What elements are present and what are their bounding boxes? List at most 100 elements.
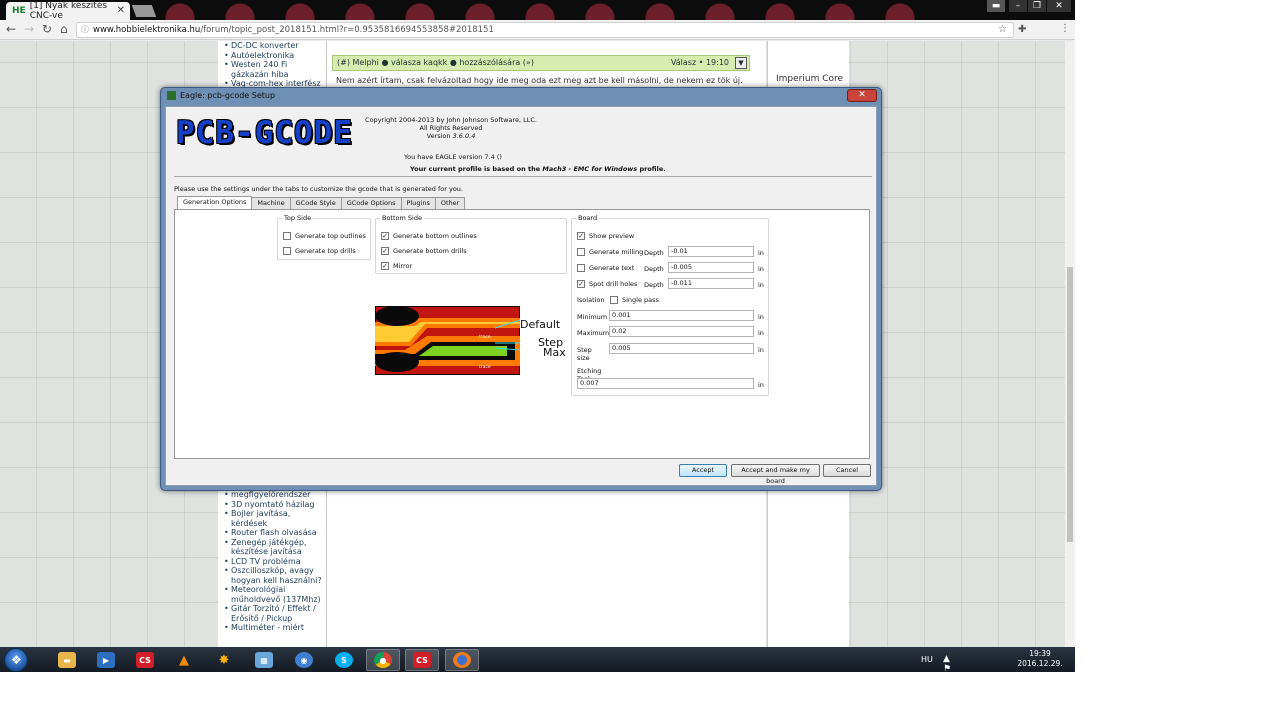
tab-gcode-options[interactable]: GCode Options xyxy=(340,197,402,209)
reload-icon[interactable]: ↻ xyxy=(42,22,52,36)
cancel-button[interactable]: Cancel xyxy=(823,464,871,477)
show-preview-checkbox[interactable]: ✓ xyxy=(577,232,585,240)
accept-button[interactable]: Accept xyxy=(679,464,727,477)
text-depth-label: Depth xyxy=(644,265,664,273)
taskbar-chrome[interactable]: ● xyxy=(366,649,400,671)
step-size-unit: in xyxy=(758,346,764,354)
sidebar-ad-label[interactable]: Imperium Core xyxy=(776,74,843,84)
chevron-down-icon[interactable]: ▼ xyxy=(735,57,747,69)
topic-link[interactable]: Autóelektronika xyxy=(224,51,324,61)
single-pass-row[interactable]: Single pass xyxy=(610,296,659,304)
tab-plugins[interactable]: Plugins xyxy=(400,197,436,209)
instructions-text: Please use the settings under the tabs t… xyxy=(174,185,463,193)
taskbar-media-player[interactable]: ▶ xyxy=(89,649,123,671)
text-depth-input[interactable]: -0.005 xyxy=(668,262,754,273)
mirror-checkbox[interactable]: ✓ xyxy=(381,262,389,270)
topic-link[interactable]: Westen 240 Fi gázkazán hiba xyxy=(224,60,324,79)
generate-bottom-drills-checkbox[interactable]: ✓ xyxy=(381,247,389,255)
generate-milling-checkbox[interactable] xyxy=(577,248,585,256)
tab-machine[interactable]: Machine xyxy=(251,197,291,209)
topic-link[interactable]: Oszcilloszkóp, avagy hogyan kell használ… xyxy=(224,566,324,585)
topic-link[interactable]: megfigyelőrendszer xyxy=(224,490,324,500)
taskbar-eagle-pinned[interactable]: CS xyxy=(128,649,162,671)
taskbar-eagle-running[interactable]: CS xyxy=(405,649,439,671)
generate-bottom-outlines-label: Generate bottom outlines xyxy=(393,232,477,240)
step-size-input[interactable]: 0.005 xyxy=(609,343,754,354)
spot-drill-row[interactable]: ✓ Spot drill holes xyxy=(577,280,637,288)
page-scrollbar[interactable] xyxy=(1065,41,1075,647)
taskbar-skype[interactable]: S xyxy=(327,649,361,671)
generate-bottom-drills-row[interactable]: ✓ Generate bottom drills xyxy=(381,247,467,255)
maximize-window-button[interactable]: ❐ xyxy=(1028,0,1046,12)
dialog-close-button[interactable]: ✕ xyxy=(847,89,877,102)
generate-top-outlines-row[interactable]: Generate top outlines xyxy=(283,232,366,240)
post-author-line[interactable]: (#) Melphi ● válasza kaqkk ● hozzászólás… xyxy=(337,58,534,67)
maximum-input[interactable]: 0.02 xyxy=(609,326,754,337)
taskbar-clock[interactable]: 19:39 2016.12.29. xyxy=(1010,649,1070,669)
generate-top-drills-checkbox[interactable] xyxy=(283,247,291,255)
accept-and-make-board-button[interactable]: Accept and make my board xyxy=(731,464,820,485)
topic-link[interactable]: LCD TV probléma xyxy=(224,557,324,567)
browser-menu-icon[interactable]: ⋮ xyxy=(1060,23,1070,34)
generate-bottom-outlines-row[interactable]: ✓ Generate bottom outlines xyxy=(381,232,477,240)
extensions-puzzle-icon[interactable]: ✚ xyxy=(1018,24,1026,35)
generate-top-outlines-checkbox[interactable] xyxy=(283,232,291,240)
scrollbar-thumb[interactable] xyxy=(1067,267,1073,542)
taskbar-network-app[interactable]: ◉ xyxy=(287,649,321,671)
etching-tool-size-unit: in xyxy=(758,381,764,389)
taskbar-explorer[interactable]: ▬ xyxy=(50,649,84,671)
tab-generation-options[interactable]: Generation Options xyxy=(177,196,253,209)
close-window-button[interactable]: ✕ xyxy=(1047,0,1071,12)
tab-other[interactable]: Other xyxy=(434,197,466,209)
forward-arrow-icon[interactable]: → xyxy=(24,22,34,36)
generate-top-drills-row[interactable]: Generate top drills xyxy=(283,247,356,255)
top-side-group: Top Side Generate top outlines Generate … xyxy=(277,214,371,260)
single-pass-checkbox[interactable] xyxy=(610,296,618,304)
bookmark-star-icon[interactable]: ☆ xyxy=(998,23,1007,37)
topic-link[interactable]: Gitár Torzító / Effekt / Erősítő / Picku… xyxy=(224,604,324,623)
taskbar-app-star[interactable]: ✸ xyxy=(207,649,241,671)
taskbar-vlc[interactable]: ▲ xyxy=(167,649,201,671)
taskbar-calculator[interactable]: ▦ xyxy=(247,649,281,671)
etching-tool-size-input[interactable]: 0.007 xyxy=(577,378,754,389)
input-language[interactable]: HU xyxy=(921,655,933,664)
text-depth-unit: in xyxy=(758,265,764,273)
pcb-gcode-setup-dialog: Eagle: pcb-gcode Setup ✕ PCB-GCODE Copyr… xyxy=(160,87,882,491)
taskbar-firefox[interactable] xyxy=(445,649,479,671)
topic-link[interactable]: DC-DC konverter xyxy=(224,41,324,51)
milling-depth-label: Depth xyxy=(644,249,664,257)
milling-depth-input[interactable]: -0.01 xyxy=(668,246,754,257)
minimum-input[interactable]: 0.001 xyxy=(609,310,754,321)
minimize-window-button[interactable]: – xyxy=(1009,0,1027,12)
spot-drill-checkbox[interactable]: ✓ xyxy=(577,280,585,288)
mirror-row[interactable]: ✓ Mirror xyxy=(381,262,412,270)
generate-milling-row[interactable]: Generate milling xyxy=(577,248,643,256)
generate-bottom-outlines-checkbox[interactable]: ✓ xyxy=(381,232,389,240)
media-player-icon: ▶ xyxy=(97,652,115,668)
skype-icon: S xyxy=(335,652,353,668)
topic-link[interactable]: 3D nyomtató házilag xyxy=(224,500,324,510)
topic-link[interactable]: Zenegép játékgép, készítése javítása xyxy=(224,538,324,557)
address-bar[interactable]: ⓘ www.hobbielektronika.hu/forum/topic_po… xyxy=(76,22,1014,38)
user-profile-icon[interactable]: ▬ xyxy=(987,0,1005,12)
spot-depth-input[interactable]: -0.011 xyxy=(668,278,754,289)
browser-tab[interactable]: HE [1] Nyák készítés CNC-ve ✕ xyxy=(6,1,130,21)
home-icon[interactable]: ⌂ xyxy=(60,22,68,36)
show-preview-row[interactable]: ✓ Show preview xyxy=(577,232,634,240)
topic-link[interactable]: Router flash olvasása xyxy=(224,528,324,538)
page-info-icon[interactable]: ⓘ xyxy=(81,23,89,37)
topic-link[interactable]: Multiméter - miért xyxy=(224,623,324,633)
generate-text-checkbox[interactable] xyxy=(577,264,585,272)
post-reply-time[interactable]: Válasz • 19:10 xyxy=(671,56,729,70)
topic-link[interactable]: Meteorológiai műholdvevő (137Mhz) xyxy=(224,585,324,604)
start-button[interactable]: ❖ xyxy=(4,648,28,672)
tab-gcode-style[interactable]: GCode Style xyxy=(289,197,342,209)
close-tab-icon[interactable]: ✕ xyxy=(117,5,125,16)
generate-text-row[interactable]: Generate text xyxy=(577,264,634,272)
new-tab-button[interactable] xyxy=(131,5,157,17)
tray-icons[interactable]: ▲ ⚑ ● ▭ ◀) xyxy=(943,654,959,672)
generate-top-outlines-label: Generate top outlines xyxy=(295,232,366,240)
generation-options-panel: Top Side Generate top outlines Generate … xyxy=(174,209,870,459)
back-arrow-icon[interactable]: ← xyxy=(6,22,16,36)
topic-link[interactable]: Bojler javítása, kérdések xyxy=(224,509,324,528)
